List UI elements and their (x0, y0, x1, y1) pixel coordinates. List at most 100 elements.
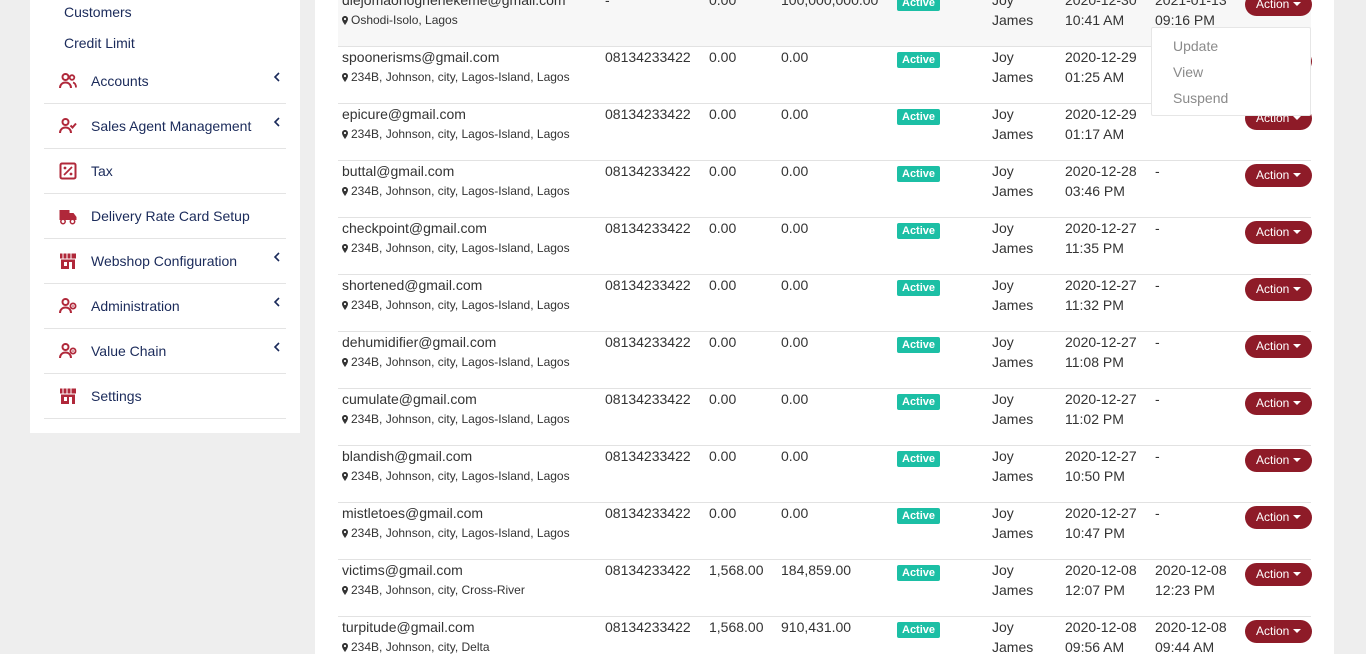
customer-address-text: 234B, Johnson, city, Lagos-Island, Lagos (351, 526, 570, 540)
agent-first-name: Joy (992, 562, 1014, 578)
customer-value-2: 0.00 (781, 163, 809, 179)
action-button[interactable]: Action (1245, 221, 1313, 244)
action-button[interactable]: Action (1245, 449, 1313, 472)
updated-date: - (1155, 277, 1160, 293)
action-button[interactable]: Action (1245, 278, 1313, 301)
action-button[interactable]: Action (1245, 563, 1313, 586)
user-cog-icon (59, 343, 77, 359)
agent-last-name: James (992, 183, 1034, 199)
created-time: 11:02 PM (1065, 411, 1124, 427)
updated-date: 2020-12-08 (1155, 562, 1227, 578)
action-button-label: Action (1256, 567, 1290, 581)
sidebar-item-webshop-configuration[interactable]: Webshop Configuration (44, 239, 286, 284)
table-row: turpitude@gmail.com 234B, Johnson, city,… (338, 617, 1313, 654)
action-button[interactable]: Action (1245, 335, 1313, 358)
customer-email: blandish@gmail.com (342, 448, 473, 464)
customer-email: diejomaohoghenekeme@gmail.com (342, 0, 566, 8)
customer-value-2: 0.00 (781, 220, 809, 236)
sidebar-item-value-chain[interactable]: Value Chain (44, 329, 286, 374)
sidebar-item-settings[interactable]: Settings (44, 374, 286, 419)
action-button[interactable]: Action (1245, 392, 1313, 415)
sidebar-subitem-customers[interactable]: Customers (64, 4, 132, 20)
customer-email: cumulate@gmail.com (342, 391, 477, 407)
created-date: 2020-12-27 (1065, 505, 1137, 521)
map-marker-icon (342, 415, 348, 424)
sidebar-item-label: Tax (91, 163, 113, 179)
menu-item-suspend[interactable]: Suspend (1173, 90, 1228, 106)
created-time: 12:07 PM (1065, 582, 1125, 598)
customer-address-text: 234B, Johnson, city, Lagos-Island, Lagos (351, 469, 570, 483)
updated-time: 09:44 AM (1155, 639, 1215, 654)
sidebar-subitem-credit-limit[interactable]: Credit Limit (64, 35, 135, 51)
created-time: 10:41 AM (1065, 12, 1125, 28)
updated-date: 2020-12-08 (1155, 619, 1227, 635)
sidebar-item-administration[interactable]: Administration (44, 284, 286, 329)
customer-address: 234B, Johnson, city, Lagos-Island, Lagos (342, 525, 570, 541)
created-date: 2020-12-08 (1065, 619, 1137, 635)
created-time: 10:47 PM (1065, 525, 1125, 541)
action-button-label: Action (1256, 282, 1290, 296)
customer-value-2: 0.00 (781, 106, 809, 122)
customer-address-text: 234B, Johnson, city, Lagos-Island, Lagos (351, 412, 570, 426)
agent-first-name: Joy (992, 277, 1014, 293)
status-badge: Active (897, 109, 941, 125)
customer-address: 234B, Johnson, city, Lagos-Island, Lagos (342, 126, 570, 142)
action-button[interactable]: Action (1245, 164, 1313, 187)
customer-phone: 08134233422 (605, 391, 691, 407)
table-row: dehumidifier@gmail.com 234B, Johnson, ci… (338, 332, 1313, 389)
sidebar-item-label: Settings (91, 388, 142, 404)
customer-value-2: 910,431.00 (781, 619, 852, 635)
updated-date: - (1155, 334, 1160, 350)
agent-first-name: Joy (992, 163, 1014, 179)
created-time: 10:50 PM (1065, 468, 1125, 484)
action-button[interactable]: Action (1245, 620, 1313, 643)
status-badge: Active (897, 337, 941, 353)
users-icon (59, 73, 77, 89)
sidebar-item-sales-agent-management[interactable]: Sales Agent Management (44, 104, 286, 149)
status-badge: Active (897, 223, 941, 239)
action-button[interactable]: Action (1245, 506, 1313, 529)
agent-last-name: James (992, 525, 1034, 541)
chevron-left-icon (273, 117, 280, 127)
map-marker-icon (342, 73, 348, 82)
customer-value-2: 0.00 (781, 448, 809, 464)
caret-down-icon (1293, 116, 1302, 120)
chevron-left-icon (273, 72, 280, 82)
customer-address: 234B, Johnson, city, Lagos-Island, Lagos (342, 240, 570, 256)
menu-item-update[interactable]: Update (1173, 38, 1218, 54)
map-marker-icon (342, 130, 348, 139)
sidebar-item-accounts[interactable]: Accounts (44, 59, 286, 104)
customer-value-1: 0.00 (709, 49, 737, 65)
customer-address-text: Oshodi-Isolo, Lagos (351, 13, 458, 27)
map-marker-icon (342, 643, 348, 652)
sidebar-item-delivery-rate-card-setup[interactable]: Delivery Rate Card Setup (44, 194, 286, 239)
customer-value-1: 0.00 (709, 277, 737, 293)
status-badge: Active (897, 451, 941, 467)
caret-down-icon (1293, 2, 1302, 6)
created-date: 2020-12-27 (1065, 220, 1137, 236)
customer-phone: 08134233422 (605, 277, 691, 293)
table-row: cumulate@gmail.com 234B, Johnson, city, … (338, 389, 1313, 446)
map-marker-icon (342, 187, 348, 196)
truck-icon (59, 210, 77, 225)
action-button-label: Action (1256, 510, 1290, 524)
sidebar-item-label: Delivery Rate Card Setup (91, 208, 250, 224)
status-badge: Active (897, 622, 941, 638)
sidebar-item-label: Accounts (91, 73, 149, 89)
agent-last-name: James (992, 240, 1034, 256)
table-row: buttal@gmail.com 234B, Johnson, city, La… (338, 161, 1313, 218)
caret-down-icon (1293, 344, 1302, 348)
customer-phone: 08134233422 (605, 220, 691, 236)
agent-last-name: James (992, 12, 1034, 28)
sidebar-item-tax[interactable]: Tax (44, 149, 286, 194)
agent-last-name: James (992, 411, 1034, 427)
customer-address: 234B, Johnson, city, Lagos-Island, Lagos (342, 468, 570, 484)
action-button-label: Action (1256, 339, 1290, 353)
agent-last-name: James (992, 354, 1034, 370)
created-time: 11:35 PM (1065, 240, 1124, 256)
agent-first-name: Joy (992, 106, 1014, 122)
action-button[interactable]: Action (1245, 0, 1313, 16)
menu-item-view[interactable]: View (1173, 64, 1203, 80)
created-time: 03:46 PM (1065, 183, 1125, 199)
agent-first-name: Joy (992, 220, 1014, 236)
